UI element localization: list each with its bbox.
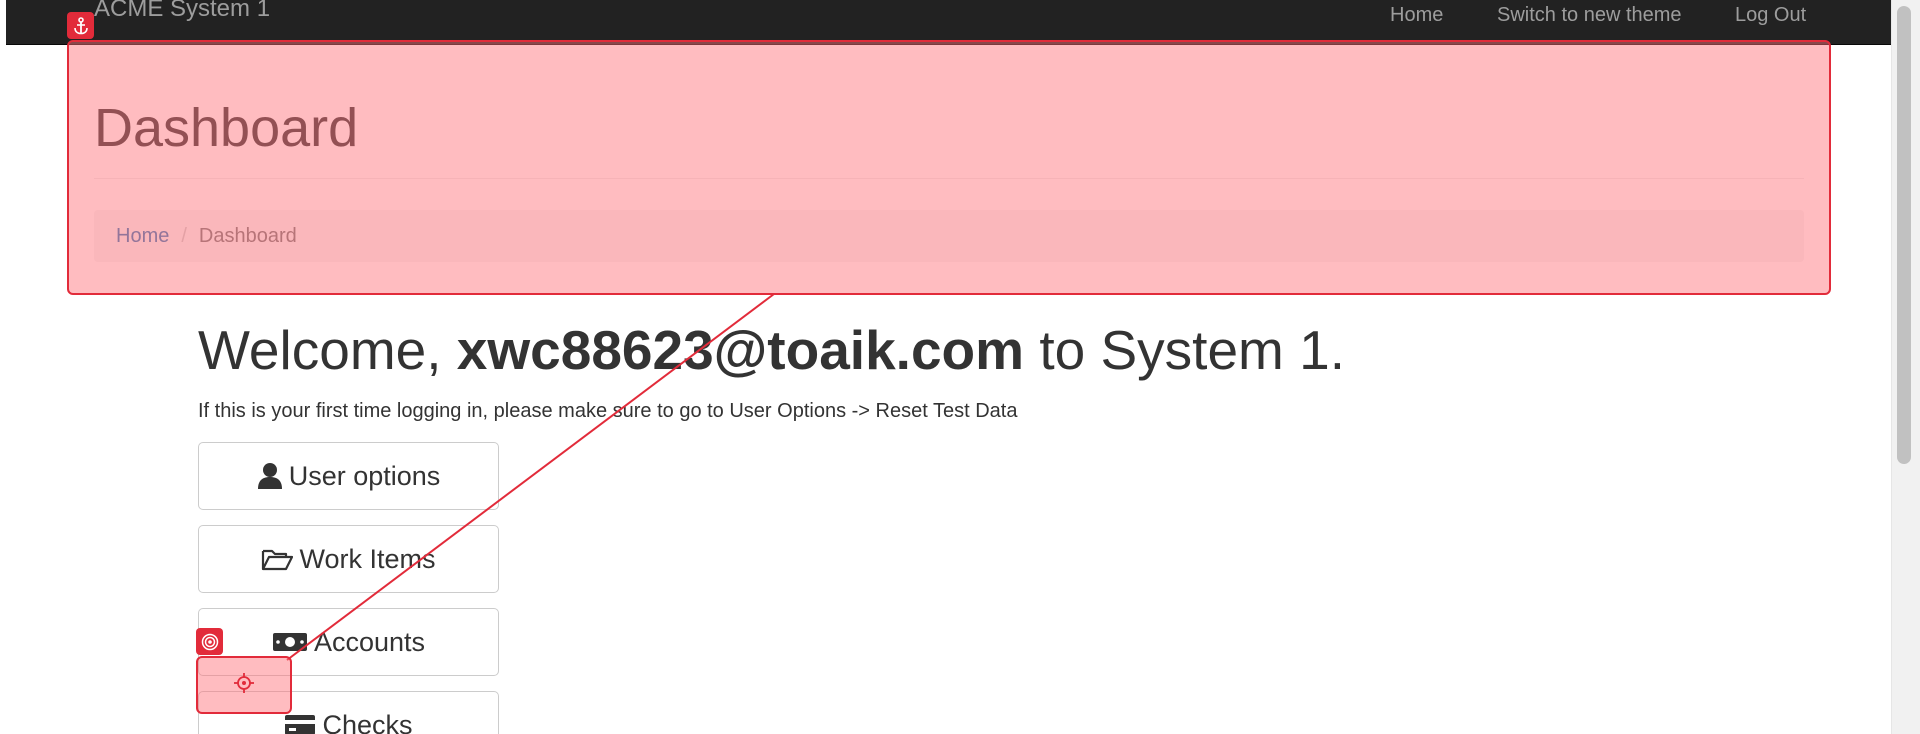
target-highlight-box [196, 656, 292, 714]
crosshair-icon [233, 672, 255, 699]
connector-line [286, 293, 775, 661]
target-icon [196, 628, 223, 655]
page: ACME System 1 Home Switch to new theme L… [0, 0, 1920, 734]
